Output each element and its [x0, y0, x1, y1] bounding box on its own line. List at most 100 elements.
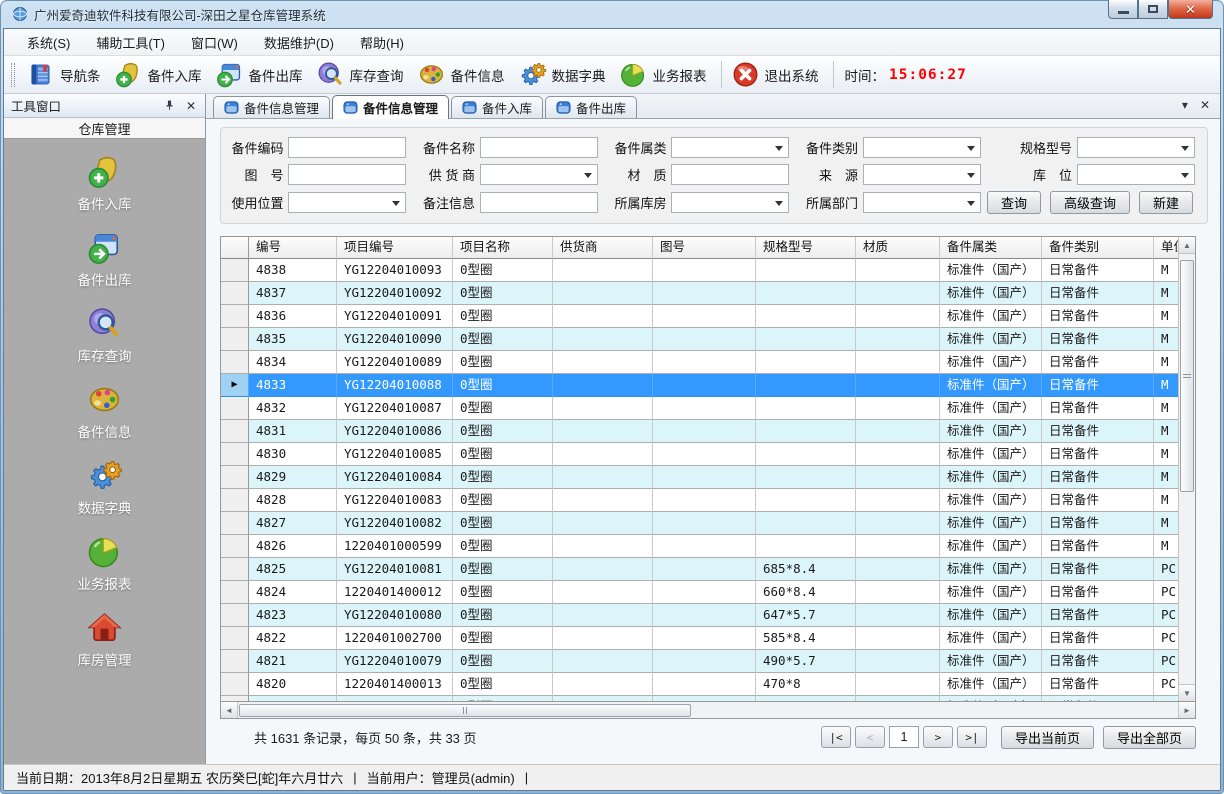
table-cell[interactable] [653, 259, 756, 282]
table-cell[interactable]: 4822 [249, 627, 337, 650]
sidebar-item-parts-inbound[interactable]: 备件入库 [78, 153, 132, 213]
table-cell[interactable]: PC [1154, 581, 1180, 604]
table-cell[interactable]: 685*8.4 [756, 558, 856, 581]
table-cell[interactable]: 490*5.7 [756, 650, 856, 673]
column-header[interactable]: 项目名称 [453, 237, 553, 259]
table-cell[interactable]: PC [1154, 673, 1180, 696]
table-cell[interactable]: M [1154, 420, 1180, 443]
table-cell[interactable]: YG12204010081 [337, 558, 453, 581]
row-selector-cell[interactable] [221, 443, 249, 466]
table-cell[interactable]: M [1154, 374, 1180, 397]
parts-genre-select[interactable] [671, 137, 789, 158]
table-cell[interactable]: M [1154, 259, 1180, 282]
row-selector-cell[interactable] [221, 535, 249, 558]
table-cell[interactable] [653, 673, 756, 696]
column-header[interactable]: 编号 [249, 237, 337, 259]
table-cell[interactable] [553, 535, 653, 558]
table-cell[interactable] [756, 282, 856, 305]
table-cell[interactable]: 4838 [249, 259, 337, 282]
table-cell[interactable] [756, 397, 856, 420]
table-cell[interactable]: PC [1154, 627, 1180, 650]
table-cell[interactable]: 日常备件 [1042, 420, 1154, 443]
tab-close-icon[interactable]: ✕ [1200, 99, 1210, 111]
table-cell[interactable]: 0型圈 [453, 259, 553, 282]
table-cell[interactable]: 日常备件 [1042, 535, 1154, 558]
table-cell[interactable]: 0型圈 [453, 489, 553, 512]
table-cell[interactable]: 标准件（国产） [940, 328, 1042, 351]
table-cell[interactable]: 0型圈 [453, 604, 553, 627]
table-cell[interactable] [653, 627, 756, 650]
pin-icon[interactable] [162, 99, 176, 113]
table-cell[interactable]: 0型圈 [453, 581, 553, 604]
table-cell[interactable]: 4830 [249, 443, 337, 466]
spec-model-select[interactable] [1077, 137, 1195, 158]
row-selector-cell[interactable] [221, 259, 249, 282]
table-cell[interactable] [653, 466, 756, 489]
table-cell[interactable]: 日常备件 [1042, 351, 1154, 374]
table-cell[interactable] [653, 558, 756, 581]
title-bar[interactable]: 广州爱奇迪软件科技有限公司-深田之星仓库管理系统 ✕ [3, 0, 1221, 28]
table-cell[interactable]: 标准件（国产） [940, 420, 1042, 443]
table-cell[interactable]: 日常备件 [1042, 604, 1154, 627]
table-cell[interactable]: 0型圈 [453, 328, 553, 351]
table-row[interactable]: 4832YG122040100870型圈标准件（国产）日常备件M [221, 397, 1180, 420]
tab-parts-info-mgmt-1[interactable]: 备件信息管理 [213, 96, 330, 118]
table-row[interactable]: 4827YG122040100820型圈标准件（国产）日常备件M [221, 512, 1180, 535]
first-page-button[interactable]: |< [821, 726, 851, 748]
table-cell[interactable] [756, 351, 856, 374]
table-cell[interactable] [653, 305, 756, 328]
table-cell[interactable]: 标准件（国产） [940, 351, 1042, 374]
table-cell[interactable] [856, 305, 940, 328]
table-row[interactable]: 4837YG122040100920型圈标准件（国产）日常备件M [221, 282, 1180, 305]
toolbar-stock-query-button[interactable]: 库存查询 [312, 58, 413, 91]
tab-parts-info-mgmt-2[interactable]: 备件信息管理 [332, 95, 449, 119]
table-cell[interactable] [856, 282, 940, 305]
table-cell[interactable]: 647*5.7 [756, 604, 856, 627]
row-selector-cell[interactable] [221, 558, 249, 581]
row-selector-cell[interactable] [221, 650, 249, 673]
table-cell[interactable] [653, 351, 756, 374]
table-cell[interactable]: 4823 [249, 604, 337, 627]
table-cell[interactable]: YG12204010087 [337, 397, 453, 420]
table-cell[interactable]: 4820 [249, 673, 337, 696]
table-cell[interactable] [653, 443, 756, 466]
table-cell[interactable] [653, 535, 756, 558]
toolbar-navbar-button[interactable]: 导航条 [22, 58, 110, 91]
table-cell[interactable]: 日常备件 [1042, 650, 1154, 673]
row-selector-cell[interactable] [221, 512, 249, 535]
menu-system[interactable]: 系统(S) [14, 29, 83, 55]
table-cell[interactable] [756, 328, 856, 351]
table-cell[interactable] [653, 512, 756, 535]
table-cell[interactable] [856, 581, 940, 604]
table-cell[interactable] [553, 374, 653, 397]
table-cell[interactable]: 标准件（国产） [940, 627, 1042, 650]
table-cell[interactable]: 0型圈 [453, 466, 553, 489]
table-cell[interactable] [856, 374, 940, 397]
table-cell[interactable] [653, 282, 756, 305]
table-cell[interactable]: 日常备件 [1042, 673, 1154, 696]
new-button[interactable]: 新建 [1139, 191, 1193, 214]
table-cell[interactable]: 4836 [249, 305, 337, 328]
tab-list-dropdown-icon[interactable]: ▾ [1182, 99, 1188, 111]
table-cell[interactable]: 0型圈 [453, 305, 553, 328]
table-cell[interactable]: 0型圈 [453, 351, 553, 374]
table-cell[interactable]: 日常备件 [1042, 627, 1154, 650]
table-cell[interactable]: M [1154, 351, 1180, 374]
column-header[interactable]: 备件属类 [940, 237, 1042, 259]
table-row[interactable]: 4830YG122040100850型圈标准件（国产）日常备件M [221, 443, 1180, 466]
table-cell[interactable]: PC [1154, 558, 1180, 581]
table-cell[interactable]: YG12204010085 [337, 443, 453, 466]
table-row[interactable]: 482412204014000120型圈660*8.4标准件（国产）日常备件PC [221, 581, 1180, 604]
table-row[interactable]: 4821YG122040100790型圈490*5.7标准件（国产）日常备件PC [221, 650, 1180, 673]
table-cell[interactable] [856, 259, 940, 282]
table-cell[interactable] [756, 305, 856, 328]
table-cell[interactable]: 0型圈 [453, 397, 553, 420]
table-cell[interactable] [856, 466, 940, 489]
close-button[interactable]: ✕ [1168, 0, 1213, 19]
table-cell[interactable] [553, 627, 653, 650]
table-cell[interactable]: 标准件（国产） [940, 466, 1042, 489]
table-cell[interactable]: 4831 [249, 420, 337, 443]
table-cell[interactable]: 0型圈 [453, 512, 553, 535]
table-cell[interactable]: 标准件（国产） [940, 305, 1042, 328]
table-cell[interactable] [653, 604, 756, 627]
